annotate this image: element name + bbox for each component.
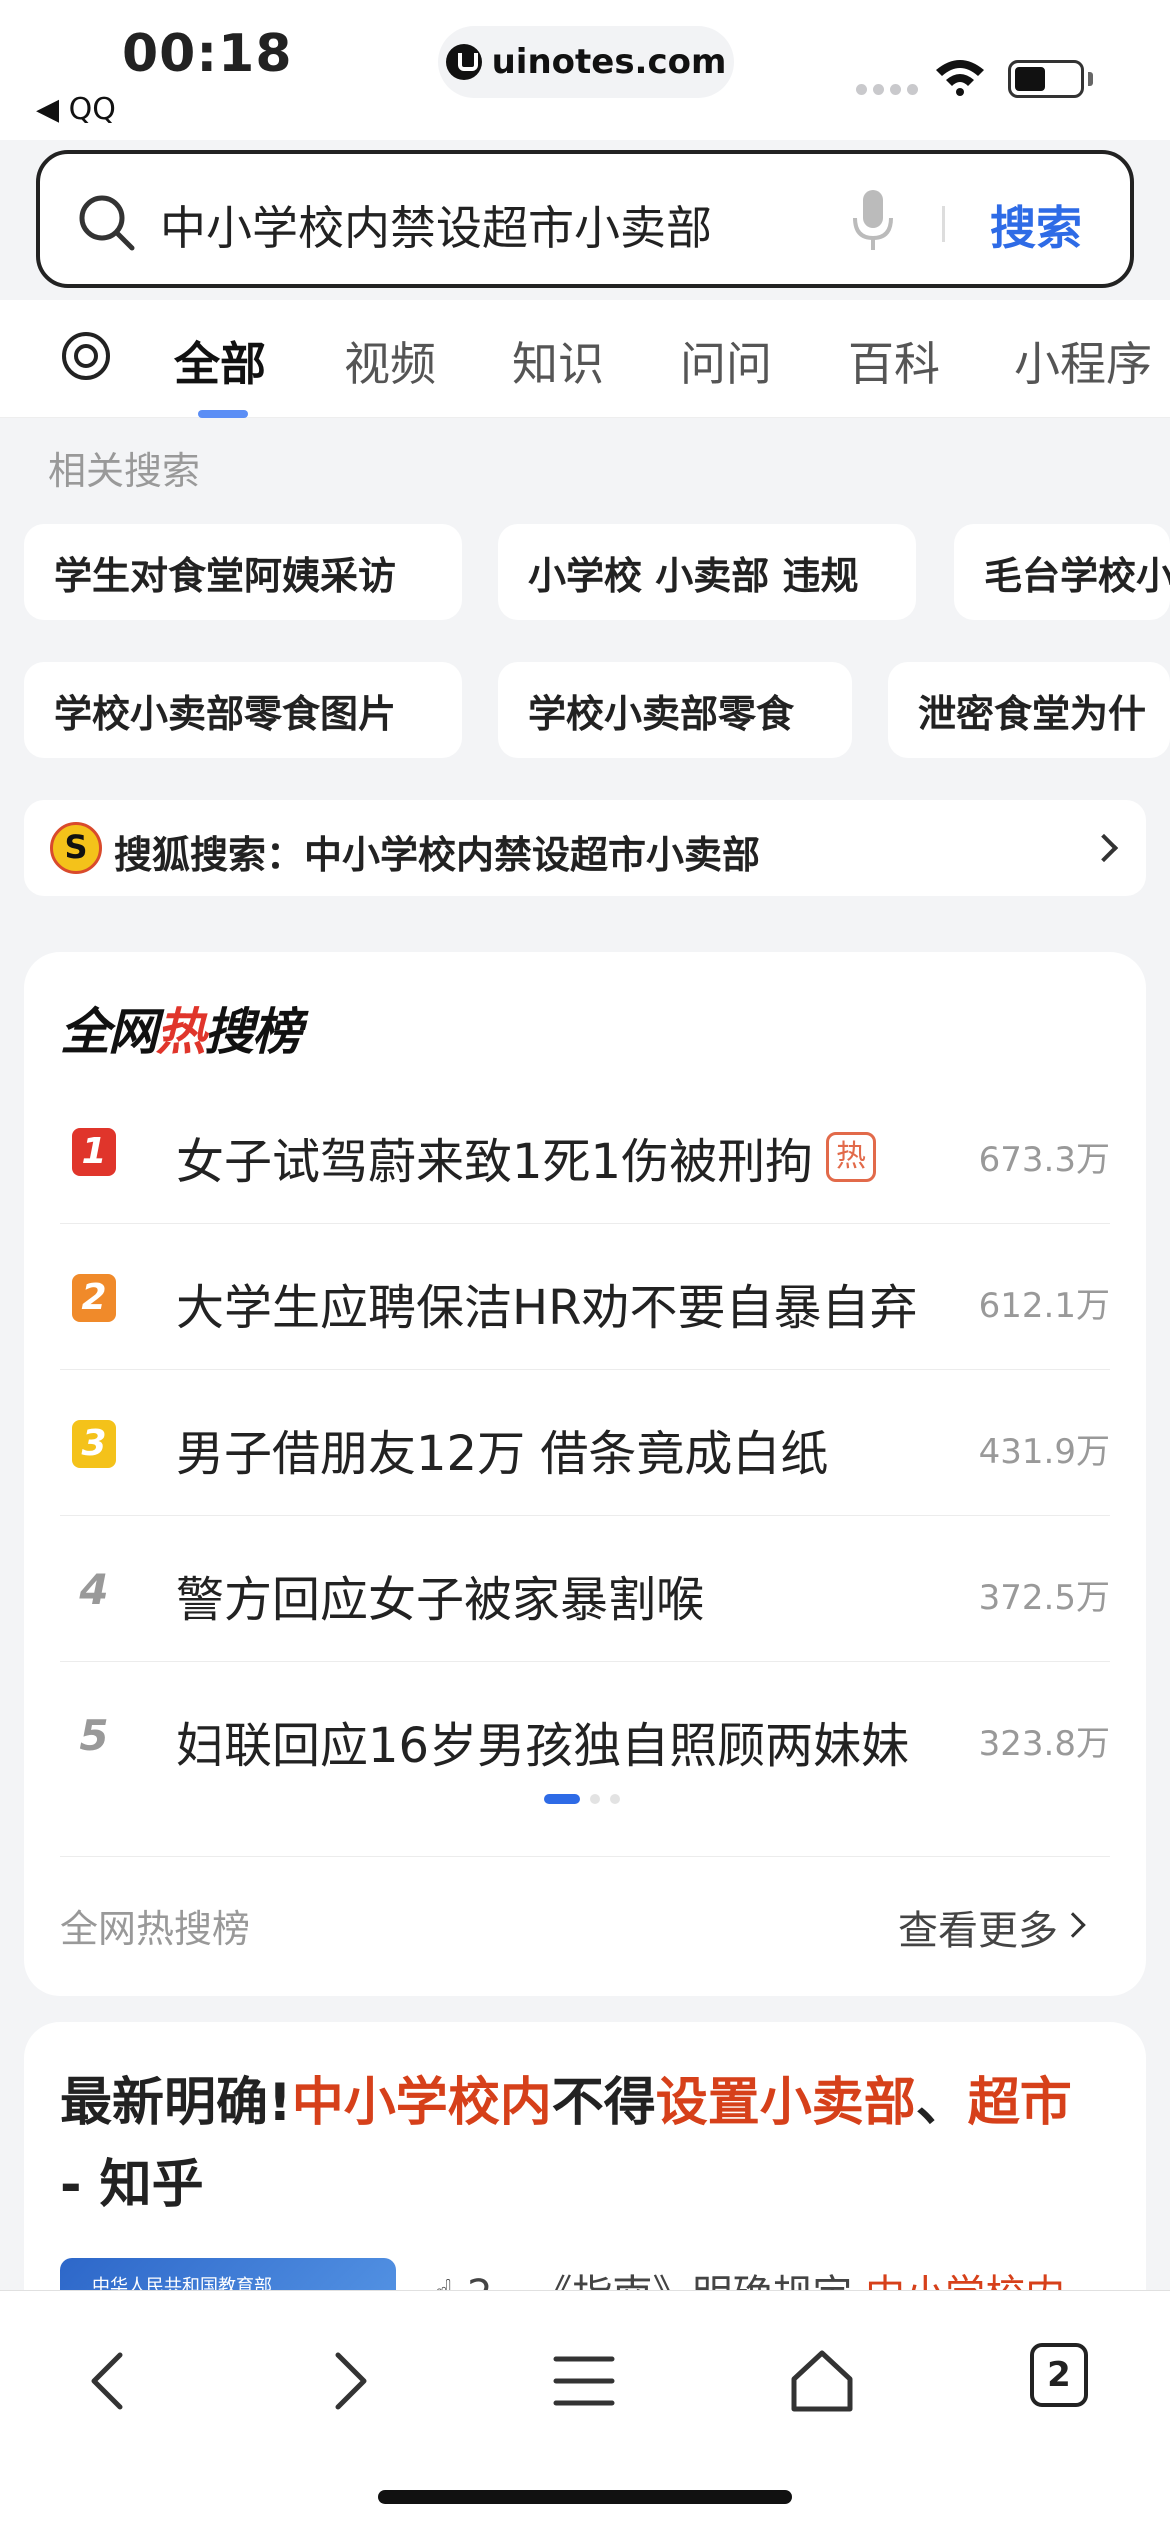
back-icon[interactable] xyxy=(70,2341,150,2421)
battery-tip xyxy=(1088,72,1093,86)
hot-item-count: 431.9万 xyxy=(978,1432,1110,1472)
wifi-icon xyxy=(936,60,984,96)
tab-video[interactable]: 视频 xyxy=(344,328,436,394)
hot-item-count: 372.5万 xyxy=(978,1578,1110,1618)
hot-item[interactable]: 1 女子试驾蔚来致1死1伤被刑拘 热 673.3万 xyxy=(60,1078,1110,1224)
url-pill[interactable]: uinotes.com xyxy=(438,26,734,98)
related-chip[interactable]: 泄密食堂为什 xyxy=(888,662,1170,758)
lock-icon xyxy=(445,44,482,80)
menu-icon[interactable] xyxy=(544,2341,624,2421)
result-title[interactable]: 最新明确!中小学校内不得设置小卖部、超市 - 知乎 xyxy=(60,2062,1110,2226)
search-box[interactable]: 中小学校内禁设超市小卖部 搜索 xyxy=(36,150,1134,288)
hot-item[interactable]: 2 大学生应聘保洁HR劝不要自暴自弃 612.1万 xyxy=(60,1224,1110,1370)
hot-item-text: 大学生应聘保洁HR劝不要自暴自弃 xyxy=(176,1280,918,1336)
rank-number: 5 xyxy=(79,1711,109,1760)
carousel-dots[interactable] xyxy=(544,1794,620,1804)
hot-item-count: 323.8万 xyxy=(978,1724,1110,1764)
active-tab-indicator xyxy=(198,410,248,418)
forward-icon[interactable] xyxy=(308,2341,388,2421)
hot-tag-badge: 热 xyxy=(826,1132,876,1182)
hot-item[interactable]: 3 男子借朋友12万 借条竟成白纸 431.9万 xyxy=(60,1370,1110,1516)
hot-search-title: 全网热搜榜 xyxy=(60,1003,302,1061)
related-chip[interactable]: 学校小卖部零食图片 xyxy=(24,662,462,758)
related-chip[interactable]: 小学校 小卖部 违规 xyxy=(498,524,916,620)
hot-item-text: 妇联回应16岁男孩独自照顾两妹妹 xyxy=(176,1718,910,1774)
hot-search-card: 全网热搜榜 1 女子试驾蔚来致1死1伤被刑拘 热 673.3万 2 大学生应聘保… xyxy=(24,952,1146,1996)
search-button[interactable]: 搜索 xyxy=(990,192,1082,258)
related-chip[interactable]: 毛台学校小 xyxy=(954,524,1170,620)
tab-count-button[interactable]: 2 xyxy=(1030,2343,1088,2407)
rank-number: 4 xyxy=(79,1565,109,1614)
status-bar: 00:18 ◀ QQ uinotes.com xyxy=(0,0,1170,140)
sogou-search-link[interactable]: S 搜狐搜索：中小学校内禁设超市小卖部 xyxy=(24,800,1146,896)
hot-item-text: 男子借朋友12万 借条竟成白纸 xyxy=(176,1426,829,1482)
tab-all[interactable]: 全部 xyxy=(174,328,266,394)
hot-item[interactable]: 4 警方回应女子被家暴割喉 372.5万 xyxy=(60,1516,1110,1662)
related-chip[interactable]: 学校小卖部零食 xyxy=(498,662,852,758)
hot-item-text: 女子试驾蔚来致1死1伤被刑拘 xyxy=(176,1134,814,1190)
view-more-link[interactable]: 查看更多 xyxy=(898,1898,1058,1956)
status-time: 00:18 xyxy=(122,24,293,84)
home-indicator xyxy=(378,2490,792,2504)
hot-item-count: 612.1万 xyxy=(978,1286,1110,1326)
tab-knowledge[interactable]: 知识 xyxy=(512,328,604,394)
search-input[interactable]: 中小学校内禁设超市小卖部 xyxy=(160,192,712,258)
rank-badge: 1 xyxy=(72,1128,116,1176)
search-divider xyxy=(942,206,945,242)
rank-badge: 3 xyxy=(72,1420,116,1468)
sogou-logo-icon: S xyxy=(50,822,102,874)
cellular-signal-icon xyxy=(856,84,918,95)
chevron-right-icon xyxy=(1089,833,1119,863)
microphone-icon[interactable] xyxy=(850,188,896,252)
hot-item-text: 警方回应女子被家暴割喉 xyxy=(176,1572,705,1628)
battery-icon xyxy=(1008,60,1084,98)
chevron-right-icon xyxy=(1060,1912,1086,1938)
category-tabs: 全部 视频 知识 问问 百科 小程序 xyxy=(0,300,1170,418)
target-icon[interactable] xyxy=(60,330,112,382)
home-icon[interactable] xyxy=(782,2341,862,2421)
divider xyxy=(60,1856,1110,1857)
search-icon xyxy=(79,195,135,251)
tab-ask[interactable]: 问问 xyxy=(680,328,772,394)
url-text: uinotes.com xyxy=(491,42,727,82)
tab-encyclopedia[interactable]: 百科 xyxy=(848,328,940,394)
hot-item[interactable]: 5 妇联回应16岁男孩独自照顾两妹妹 323.8万 xyxy=(60,1662,1110,1808)
hot-item-count: 673.3万 xyxy=(978,1140,1110,1180)
hot-list-source: 全网热搜榜 xyxy=(60,1907,251,1951)
related-chip[interactable]: 学生对食堂阿姨采访 xyxy=(24,524,462,620)
rank-badge: 2 xyxy=(72,1274,116,1322)
tab-mini-program[interactable]: 小程序 xyxy=(1014,328,1152,394)
related-searches-title: 相关搜索 xyxy=(48,449,201,493)
back-to-app-link[interactable]: ◀ QQ xyxy=(36,92,116,127)
sogou-search-text: 搜狐搜索：中小学校内禁设超市小卖部 xyxy=(114,833,761,877)
